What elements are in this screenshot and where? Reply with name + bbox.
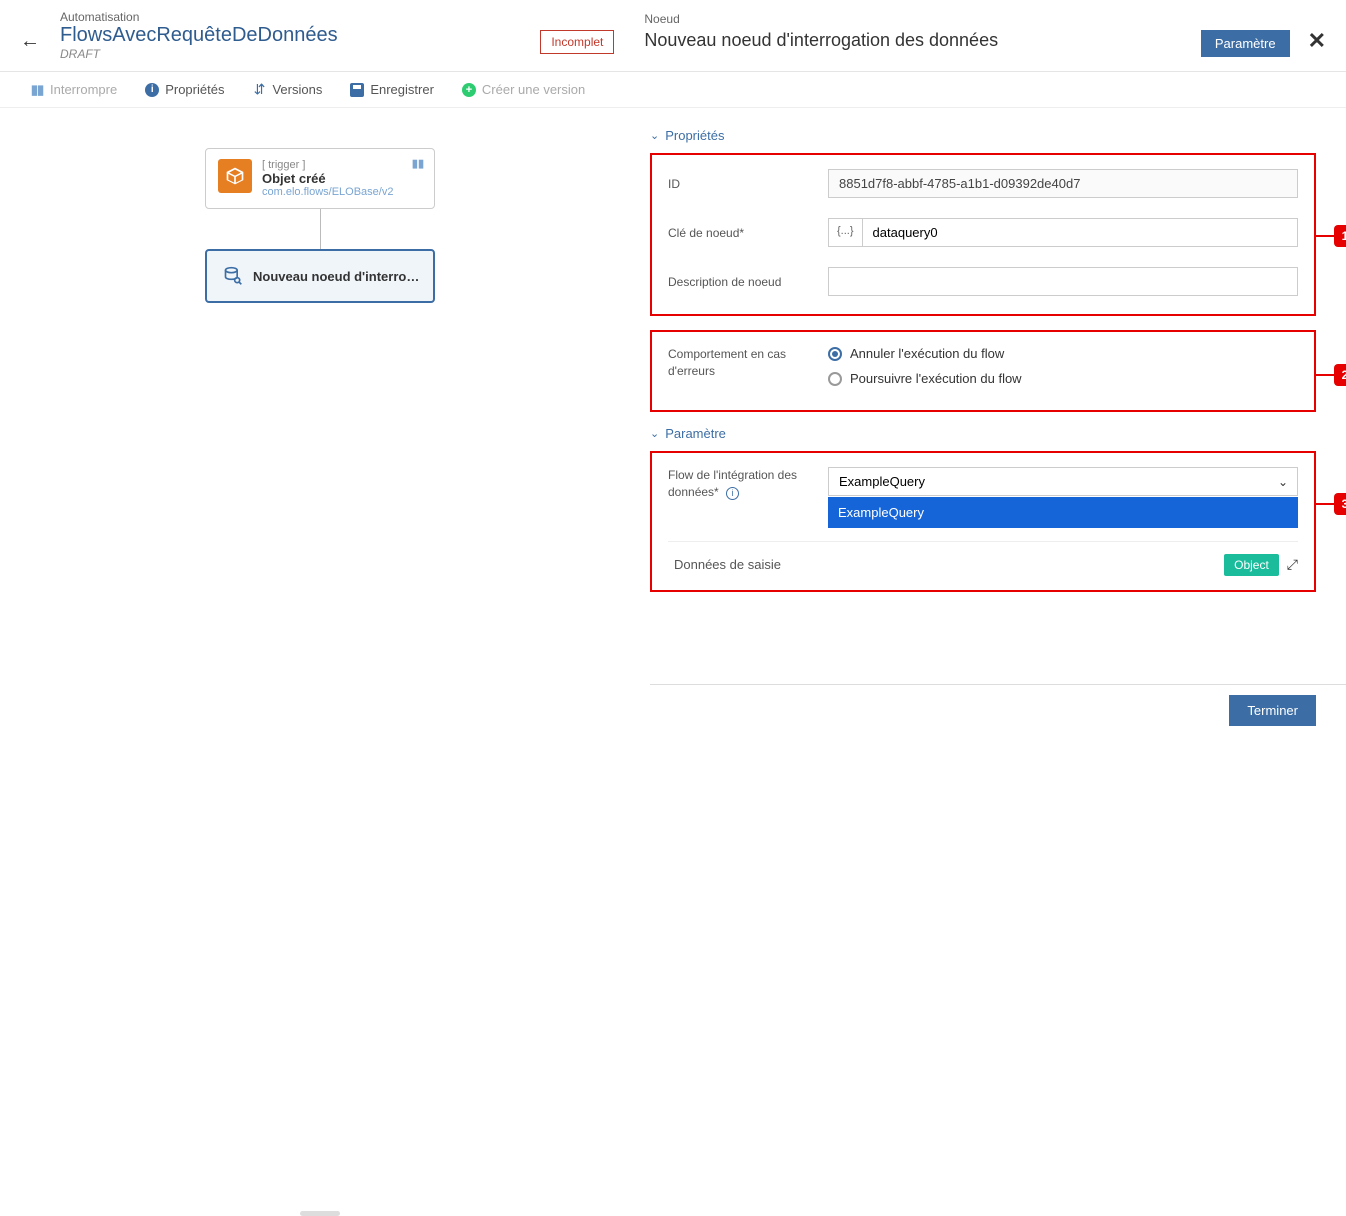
panel-eyebrow: Noeud xyxy=(644,12,998,26)
trigger-tag: [ trigger ] xyxy=(262,159,393,171)
data-flow-option[interactable]: ExampleQuery xyxy=(828,497,1298,528)
radio-icon-unchecked xyxy=(828,372,842,386)
data-flow-select-input[interactable] xyxy=(828,467,1298,496)
versions-button[interactable]: ⇵ Versions xyxy=(252,82,322,97)
flow-title-block: Automatisation FlowsAvecRequêteDeDonnées… xyxy=(60,10,338,61)
trigger-title: Objet créé xyxy=(262,171,393,186)
connector-line xyxy=(320,209,321,249)
chevron-down-icon: ⌄ xyxy=(1278,475,1288,489)
parameter-section-label: Paramètre xyxy=(665,426,726,441)
versions-label: Versions xyxy=(272,82,322,97)
query-node-title: Nouveau noeud d'interro… xyxy=(253,259,419,293)
info-icon[interactable]: i xyxy=(726,487,739,500)
query-node[interactable]: Nouveau noeud d'interro… xyxy=(205,249,435,303)
object-badge: Object xyxy=(1224,554,1279,576)
close-icon[interactable]: ✕ xyxy=(1308,28,1326,54)
panel-footer: Terminer xyxy=(650,684,1346,736)
status-badge: Incomplet xyxy=(540,30,614,54)
expression-prefix[interactable]: {...} xyxy=(828,218,862,247)
node-key-input[interactable] xyxy=(862,218,1298,247)
save-icon xyxy=(350,83,364,97)
create-version-button[interactable]: + Créer une version xyxy=(462,82,585,97)
error-behavior-group: 2 Comportement en cas d'erreurs Annuler … xyxy=(650,330,1316,412)
plus-icon: + xyxy=(462,83,476,97)
data-flow-select[interactable]: ⌄ ExampleQuery xyxy=(828,467,1298,496)
id-field xyxy=(828,169,1298,198)
expand-icon[interactable]: ⤢ xyxy=(1287,556,1298,573)
chevron-down-icon: ⌄ xyxy=(650,427,659,440)
flow-canvas[interactable]: ▮▮ [ trigger ] Objet créé com.elo.flows/… xyxy=(0,108,640,626)
resize-handle[interactable] xyxy=(300,1211,340,1216)
input-data-label: Données de saisie xyxy=(668,557,1224,572)
properties-panel: ⌄ Propriétés 1 ID Clé de noeud* {...} De… xyxy=(640,108,1346,626)
interrupt-button[interactable]: ▮▮ Interrompre xyxy=(30,82,117,97)
pause-icon: ▮▮ xyxy=(30,83,44,97)
properties-section-toggle[interactable]: ⌄ Propriétés xyxy=(650,128,1316,143)
radio-icon-checked xyxy=(828,347,842,361)
data-flow-label: Flow de l'intégration des données* i xyxy=(668,467,828,501)
title-eyebrow: Automatisation xyxy=(60,10,338,24)
save-label: Enregistrer xyxy=(370,82,434,97)
panel-title: Nouveau noeud d'interrogation des donnée… xyxy=(644,30,998,51)
versions-icon: ⇵ xyxy=(252,83,266,97)
side-panel-header: Noeud Nouveau noeud d'interrogation des … xyxy=(644,12,998,51)
toolbar: ▮▮ Interrompre i Propriétés ⇵ Versions E… xyxy=(0,72,1346,108)
properties-button[interactable]: i Propriétés xyxy=(145,82,224,97)
back-button[interactable]: ← xyxy=(20,30,40,53)
trigger-subtitle: com.elo.flows/ELOBase/v2 xyxy=(262,186,393,198)
properties-label: Propriétés xyxy=(165,82,224,97)
radio-cancel-label: Annuler l'exécution du flow xyxy=(850,346,1004,361)
chevron-down-icon: ⌄ xyxy=(650,129,659,142)
create-version-label: Créer une version xyxy=(482,82,585,97)
radio-continue-label: Poursuivre l'exécution du flow xyxy=(850,371,1022,386)
trigger-node[interactable]: ▮▮ [ trigger ] Objet créé com.elo.flows/… xyxy=(205,148,435,209)
error-behavior-label: Comportement en cas d'erreurs xyxy=(668,346,828,396)
draft-label: DRAFT xyxy=(60,47,338,61)
radio-cancel-flow[interactable]: Annuler l'exécution du flow xyxy=(828,346,1022,361)
callout-3: 3 xyxy=(1334,493,1346,515)
properties-group: 1 ID Clé de noeud* {...} Description de … xyxy=(650,153,1316,316)
node-pause-icon[interactable]: ▮▮ xyxy=(412,157,424,170)
callout-2: 2 xyxy=(1334,364,1346,386)
radio-continue-flow[interactable]: Poursuivre l'exécution du flow xyxy=(828,371,1022,386)
node-desc-label: Description de noeud xyxy=(668,275,828,289)
finish-button[interactable]: Terminer xyxy=(1229,695,1316,726)
info-icon: i xyxy=(145,83,159,97)
id-label: ID xyxy=(668,177,828,191)
parameter-button[interactable]: Paramètre xyxy=(1201,30,1290,57)
node-key-label: Clé de noeud* xyxy=(668,226,828,240)
flow-title: FlowsAvecRequêteDeDonnées xyxy=(60,24,338,47)
box-icon xyxy=(218,159,252,193)
parameter-group: 3 Flow de l'intégration des données* i ⌄… xyxy=(650,451,1316,592)
callout-1: 1 xyxy=(1334,225,1346,247)
properties-section-label: Propriétés xyxy=(665,128,724,143)
interrupt-label: Interrompre xyxy=(50,82,117,97)
save-button[interactable]: Enregistrer xyxy=(350,82,434,97)
database-query-icon xyxy=(223,266,243,286)
parameter-section-toggle[interactable]: ⌄ Paramètre xyxy=(650,426,1316,441)
node-desc-input[interactable] xyxy=(828,267,1298,296)
